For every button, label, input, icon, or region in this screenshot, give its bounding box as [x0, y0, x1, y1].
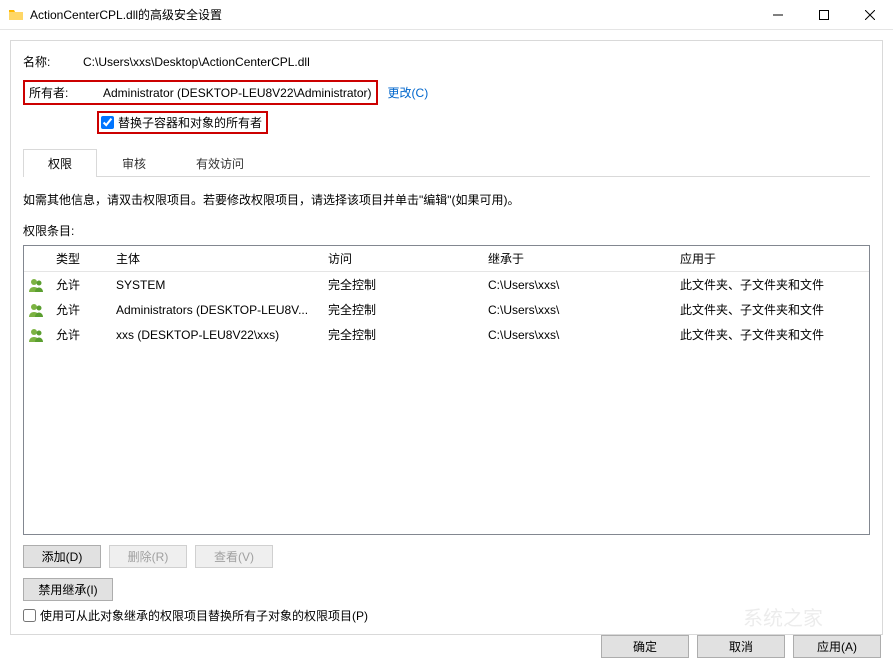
col-inherit-header[interactable]: 继承于 — [480, 246, 672, 271]
disable-inheritance-button[interactable]: 禁用继承(I) — [23, 578, 113, 601]
col-access-header[interactable]: 访问 — [320, 246, 480, 271]
cell-inherit: C:\Users\xxs\ — [480, 276, 672, 294]
name-value: C:\Users\xxs\Desktop\ActionCenterCPL.dll — [83, 55, 310, 69]
cell-principal: xxs (DESKTOP-LEU8V22\xxs) — [108, 326, 320, 344]
folder-icon — [8, 7, 24, 23]
table-row[interactable]: 允许SYSTEM完全控制C:\Users\xxs\此文件夹、子文件夹和文件 — [24, 272, 869, 297]
cell-type: 允许 — [48, 299, 108, 320]
cell-type: 允许 — [48, 324, 108, 345]
add-button[interactable]: 添加(D) — [23, 545, 101, 568]
col-apply-header[interactable]: 应用于 — [672, 246, 869, 271]
col-principal-header[interactable]: 主体 — [108, 246, 320, 271]
close-button[interactable] — [847, 0, 893, 29]
permission-entries-label: 权限条目: — [23, 222, 870, 239]
cell-apply: 此文件夹、子文件夹和文件 — [672, 299, 869, 320]
col-type-header[interactable]: 类型 — [48, 246, 108, 271]
minimize-button[interactable] — [755, 0, 801, 29]
apply-button[interactable]: 应用(A) — [793, 635, 881, 658]
tab-bar: 权限 审核 有效访问 — [23, 148, 870, 177]
cell-apply: 此文件夹、子文件夹和文件 — [672, 324, 869, 345]
window-title: ActionCenterCPL.dll的高级安全设置 — [30, 6, 755, 23]
name-label: 名称: — [23, 53, 83, 70]
tab-permissions[interactable]: 权限 — [23, 149, 97, 177]
change-owner-link[interactable]: 更改(C) — [388, 84, 429, 101]
ok-button[interactable]: 确定 — [601, 635, 689, 658]
cell-principal: SYSTEM — [108, 276, 320, 294]
permissions-table[interactable]: 类型 主体 访问 继承于 应用于 允许SYSTEM完全控制C:\Users\xx… — [23, 245, 870, 535]
cell-principal: Administrators (DESKTOP-LEU8V... — [108, 301, 320, 319]
cell-access: 完全控制 — [320, 274, 480, 295]
user-group-icon — [24, 325, 48, 345]
user-group-icon — [24, 275, 48, 295]
replace-owner-checkbox[interactable] — [101, 116, 114, 129]
user-group-icon — [24, 300, 48, 320]
cell-inherit: C:\Users\xxs\ — [480, 301, 672, 319]
cell-apply: 此文件夹、子文件夹和文件 — [672, 274, 869, 295]
main-panel: 名称: C:\Users\xxs\Desktop\ActionCenterCPL… — [10, 40, 883, 635]
replace-children-checkbox[interactable] — [23, 609, 36, 622]
cell-type: 允许 — [48, 274, 108, 295]
titlebar: ActionCenterCPL.dll的高级安全设置 — [0, 0, 893, 30]
cell-inherit: C:\Users\xxs\ — [480, 326, 672, 344]
owner-value: Administrator (DESKTOP-LEU8V22\Administr… — [103, 86, 372, 100]
info-text: 如需其他信息，请双击权限项目。若要修改权限项目，请选择该项目并单击"编辑"(如果… — [23, 191, 870, 208]
remove-button: 删除(R) — [109, 545, 187, 568]
table-header: 类型 主体 访问 继承于 应用于 — [24, 246, 869, 272]
tab-effective-access[interactable]: 有效访问 — [171, 149, 269, 177]
cancel-button[interactable]: 取消 — [697, 635, 785, 658]
view-button: 查看(V) — [195, 545, 273, 568]
dialog-footer: 确定 取消 应用(A) — [601, 635, 881, 658]
replace-owner-label: 替换子容器和对象的所有者 — [118, 114, 262, 131]
owner-label: 所有者: — [29, 84, 89, 101]
tab-auditing[interactable]: 审核 — [97, 149, 171, 177]
cell-access: 完全控制 — [320, 299, 480, 320]
cell-access: 完全控制 — [320, 324, 480, 345]
maximize-button[interactable] — [801, 0, 847, 29]
table-row[interactable]: 允许xxs (DESKTOP-LEU8V22\xxs)完全控制C:\Users\… — [24, 322, 869, 347]
replace-children-label: 使用可从此对象继承的权限项目替换所有子对象的权限项目(P) — [40, 607, 368, 624]
table-row[interactable]: 允许Administrators (DESKTOP-LEU8V...完全控制C:… — [24, 297, 869, 322]
